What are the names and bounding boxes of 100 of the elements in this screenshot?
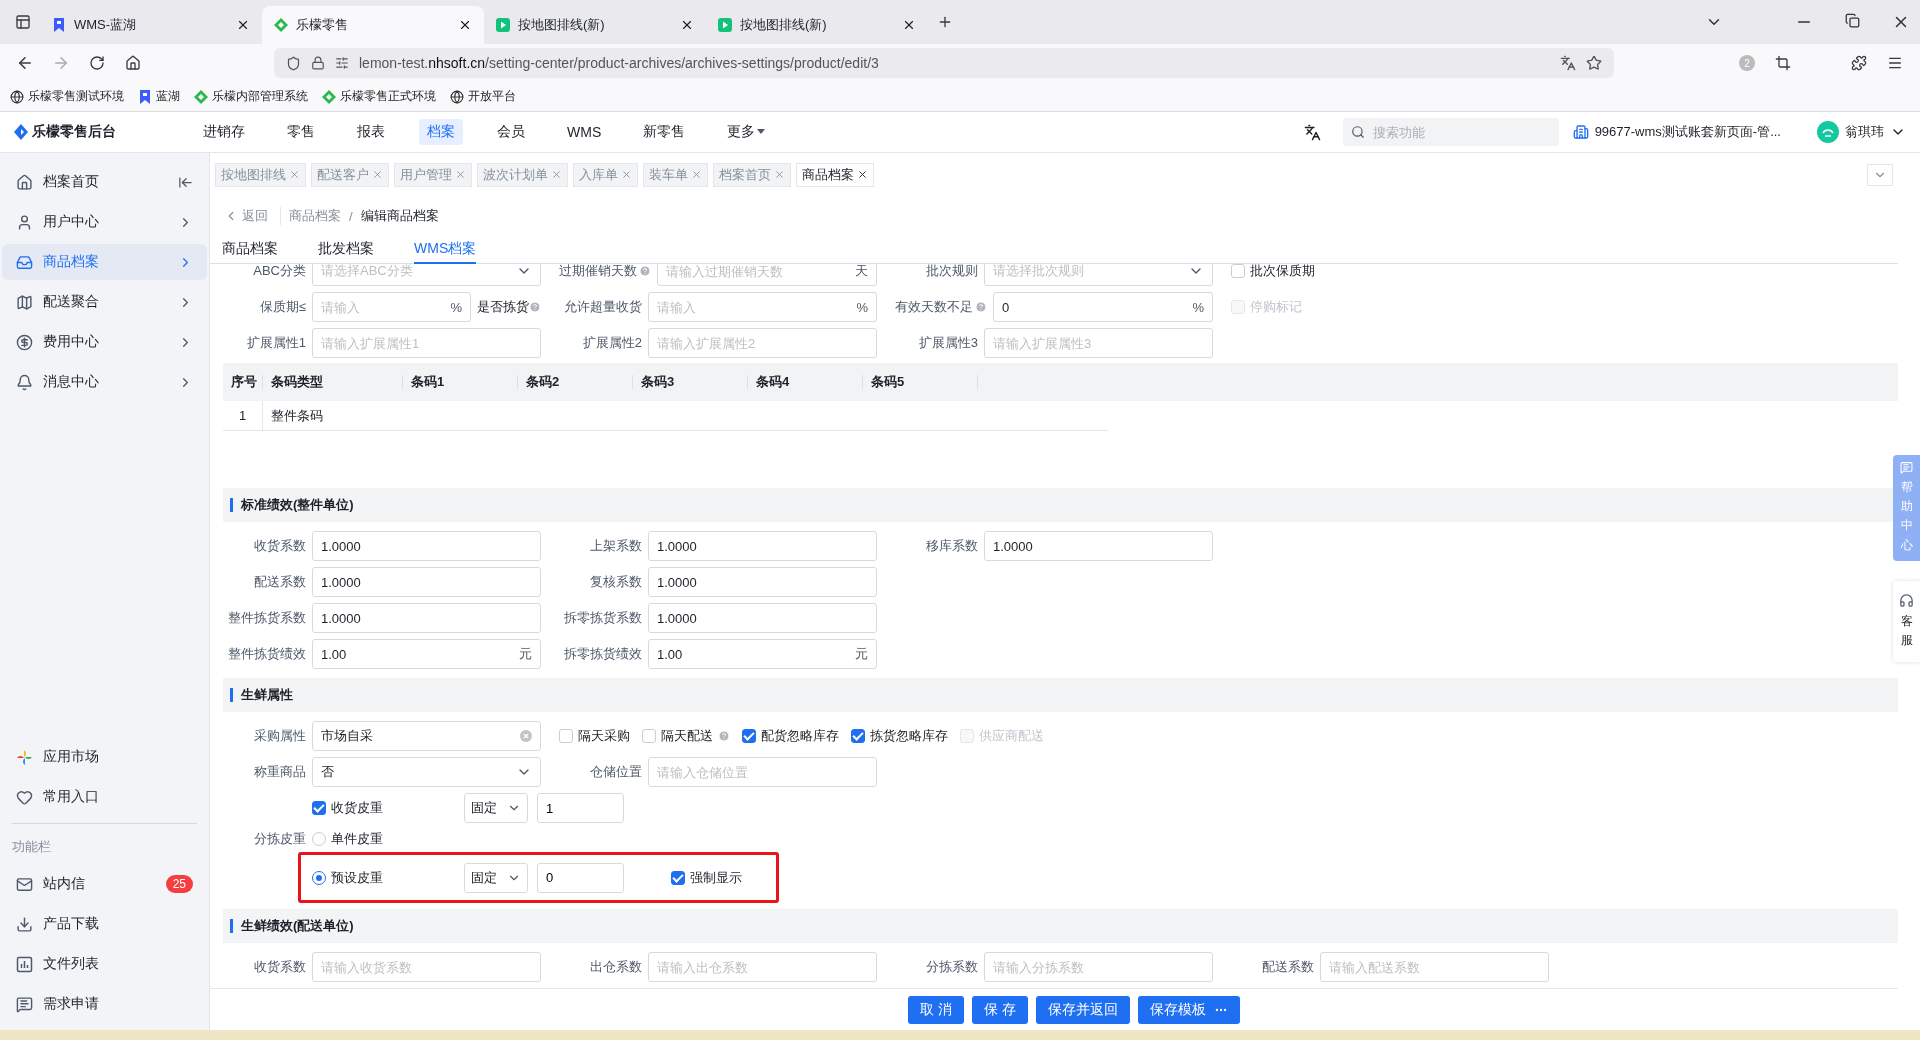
text-field[interactable]: 1.0000 bbox=[648, 531, 877, 561]
text-field[interactable]: 请输入 % bbox=[648, 292, 877, 322]
browser-tab[interactable]: 乐檬零售 bbox=[262, 6, 484, 44]
text-field[interactable]: 1.0000 bbox=[312, 603, 541, 633]
puzzle-icon[interactable] bbox=[1851, 55, 1867, 71]
text-input[interactable]: 1.0000 bbox=[657, 610, 868, 626]
bookmark[interactable]: 乐檬内部管理系统 bbox=[212, 88, 308, 105]
text-input[interactable]: 1.0000 bbox=[993, 538, 1204, 554]
text-input[interactable]: 1.0000 bbox=[657, 574, 868, 590]
text-input[interactable]: 1.0000 bbox=[321, 610, 532, 626]
text-input[interactable]: 请输入过期催销天数 bbox=[666, 264, 851, 279]
sidebar-item[interactable]: 用户中心 bbox=[2, 204, 207, 240]
crop-icon[interactable] bbox=[1775, 55, 1791, 71]
back-link[interactable]: 返回 bbox=[224, 207, 281, 225]
browser-tab[interactable]: 按地图排线(新) bbox=[484, 6, 706, 44]
text-input[interactable]: 请输入扩展属性1 bbox=[321, 335, 532, 351]
footer-button[interactable]: 保 存 bbox=[972, 995, 1028, 1024]
text-input[interactable]: 1.00 bbox=[321, 646, 515, 662]
close-icon[interactable] bbox=[458, 18, 472, 32]
text-field[interactable]: 1 bbox=[537, 793, 624, 823]
text-field[interactable]: 1.0000 bbox=[984, 531, 1213, 561]
text-field[interactable]: 请输入扩展属性2 bbox=[648, 328, 877, 358]
nav-item[interactable]: 会员 bbox=[489, 119, 533, 145]
translate-icon[interactable] bbox=[1560, 55, 1576, 71]
text-field[interactable]: 0 % bbox=[993, 292, 1213, 322]
browser-tab[interactable]: 按地图排线(新) bbox=[706, 6, 928, 44]
text-field[interactable]: 请输入 % bbox=[312, 292, 471, 322]
text-input[interactable]: 市场自采 bbox=[321, 728, 516, 744]
bookmark[interactable]: 开放平台 bbox=[468, 88, 516, 105]
search-input[interactable]: 搜索功能 bbox=[1370, 123, 1551, 141]
text-input[interactable]: 请输入 bbox=[657, 299, 853, 315]
sidebar-item[interactable]: 文件列表 bbox=[2, 946, 207, 982]
text-field[interactable]: 请输入扩展属性1 bbox=[312, 328, 541, 358]
text-field[interactable]: 请输入分拣系数 bbox=[984, 952, 1213, 982]
footer-button[interactable]: 保存并返回 bbox=[1035, 995, 1130, 1024]
text-input[interactable]: 1.0000 bbox=[657, 538, 868, 554]
text-field[interactable]: 请输入过期催销天数 天 bbox=[657, 264, 877, 286]
text-field[interactable]: 1.0000 bbox=[648, 603, 877, 633]
text-field[interactable]: 1.0000 bbox=[312, 531, 541, 561]
nav-item[interactable]: 零售 bbox=[279, 119, 323, 145]
text-input[interactable]: 请输入分拣系数 bbox=[993, 959, 1204, 975]
bookmark[interactable]: 乐檬零售正式环境 bbox=[340, 88, 436, 105]
menu-icon[interactable] bbox=[1887, 55, 1903, 71]
footer-button[interactable]: 取 消 bbox=[908, 995, 964, 1024]
sidebar-item[interactable]: 消息中心 bbox=[2, 364, 207, 400]
text-input[interactable]: 请输入 bbox=[321, 299, 447, 315]
sidebar-item[interactable]: 需求申请 bbox=[2, 986, 207, 1022]
text-field[interactable]: 请输入扩展属性3 bbox=[984, 328, 1213, 358]
back-icon[interactable] bbox=[16, 54, 34, 72]
page-tab[interactable]: 商品档案 bbox=[796, 162, 874, 187]
text-field[interactable]: 请输入出仓系数 bbox=[648, 952, 877, 982]
user-name[interactable]: 翁琪玮 bbox=[1845, 123, 1884, 141]
text-input[interactable]: 0 bbox=[1002, 299, 1189, 315]
service-tab[interactable]: 客服 bbox=[1893, 581, 1920, 663]
close-icon[interactable] bbox=[857, 169, 868, 180]
address-field[interactable]: lemon-test.nhsoft.cn/setting-center/product-archives/archives-settings/product/edit/3 bbox=[274, 48, 1614, 78]
browser-tab[interactable]: WMS-蓝湖 bbox=[40, 6, 262, 44]
nav-item[interactable]: 报表 bbox=[349, 119, 393, 145]
text-input[interactable]: 请输入扩展属性3 bbox=[993, 335, 1204, 351]
search-field[interactable]: 搜索功能 bbox=[1342, 118, 1559, 146]
sidebar-item[interactable]: 费用中心 bbox=[2, 324, 207, 360]
close-icon[interactable] bbox=[902, 18, 916, 32]
nav-item[interactable]: 进销存 bbox=[195, 119, 253, 145]
bookmark[interactable]: 乐檬零售测试环境 bbox=[28, 88, 124, 105]
star-icon[interactable] bbox=[1586, 55, 1602, 71]
checkbox[interactable] bbox=[851, 729, 865, 743]
nav-item[interactable]: 档案 bbox=[419, 119, 463, 145]
sidebar-item[interactable]: 应用市场 bbox=[2, 739, 207, 775]
sidebar-item[interactable]: 商品档案 bbox=[2, 244, 207, 280]
bookmark[interactable]: 蓝湖 bbox=[156, 88, 180, 105]
home-icon[interactable] bbox=[125, 55, 141, 71]
text-field[interactable]: 请输入收货系数 bbox=[312, 952, 541, 982]
nav-item[interactable]: 更多 bbox=[719, 119, 774, 145]
select-field[interactable]: 固定 bbox=[464, 793, 528, 823]
select-field[interactable]: 固定 bbox=[464, 862, 528, 893]
tab[interactable]: 批发档案 bbox=[318, 236, 374, 264]
tab-list-icon[interactable] bbox=[15, 14, 31, 30]
translate-icon[interactable] bbox=[1303, 123, 1321, 141]
text-field[interactable]: 1.0000 bbox=[648, 567, 877, 597]
sidebar-item[interactable]: 产品下载 bbox=[2, 906, 207, 942]
sidebar-item[interactable]: 常用入口 bbox=[2, 779, 207, 815]
plus-icon[interactable] bbox=[937, 14, 953, 30]
text-input[interactable]: 1.00 bbox=[657, 646, 851, 662]
checkbox[interactable] bbox=[671, 870, 685, 885]
checkbox[interactable] bbox=[312, 801, 326, 815]
text-field[interactable]: 请输入配送系数 bbox=[1320, 952, 1549, 982]
sidebar-item[interactable]: 档案首页 bbox=[2, 164, 207, 200]
close-icon[interactable] bbox=[680, 18, 694, 32]
text-input[interactable]: 请输入出仓系数 bbox=[657, 959, 868, 975]
nav-item[interactable]: WMS bbox=[559, 120, 610, 144]
text-field[interactable]: 请输入仓储位置 bbox=[648, 757, 877, 787]
text-input[interactable]: 请输入扩展属性2 bbox=[657, 335, 868, 351]
text-field[interactable]: 市场自采 bbox=[312, 721, 541, 751]
sidebar-item[interactable]: 配送聚合 bbox=[2, 284, 207, 320]
text-input[interactable]: 1.0000 bbox=[321, 538, 532, 554]
reload-icon[interactable] bbox=[89, 55, 105, 71]
account-name[interactable]: 99677-wms测试账套新页面-管... bbox=[1594, 123, 1781, 141]
text-field[interactable]: 1.0000 bbox=[312, 567, 541, 597]
restore-icon[interactable] bbox=[1845, 13, 1860, 28]
text-input[interactable]: 1.0000 bbox=[321, 574, 532, 590]
